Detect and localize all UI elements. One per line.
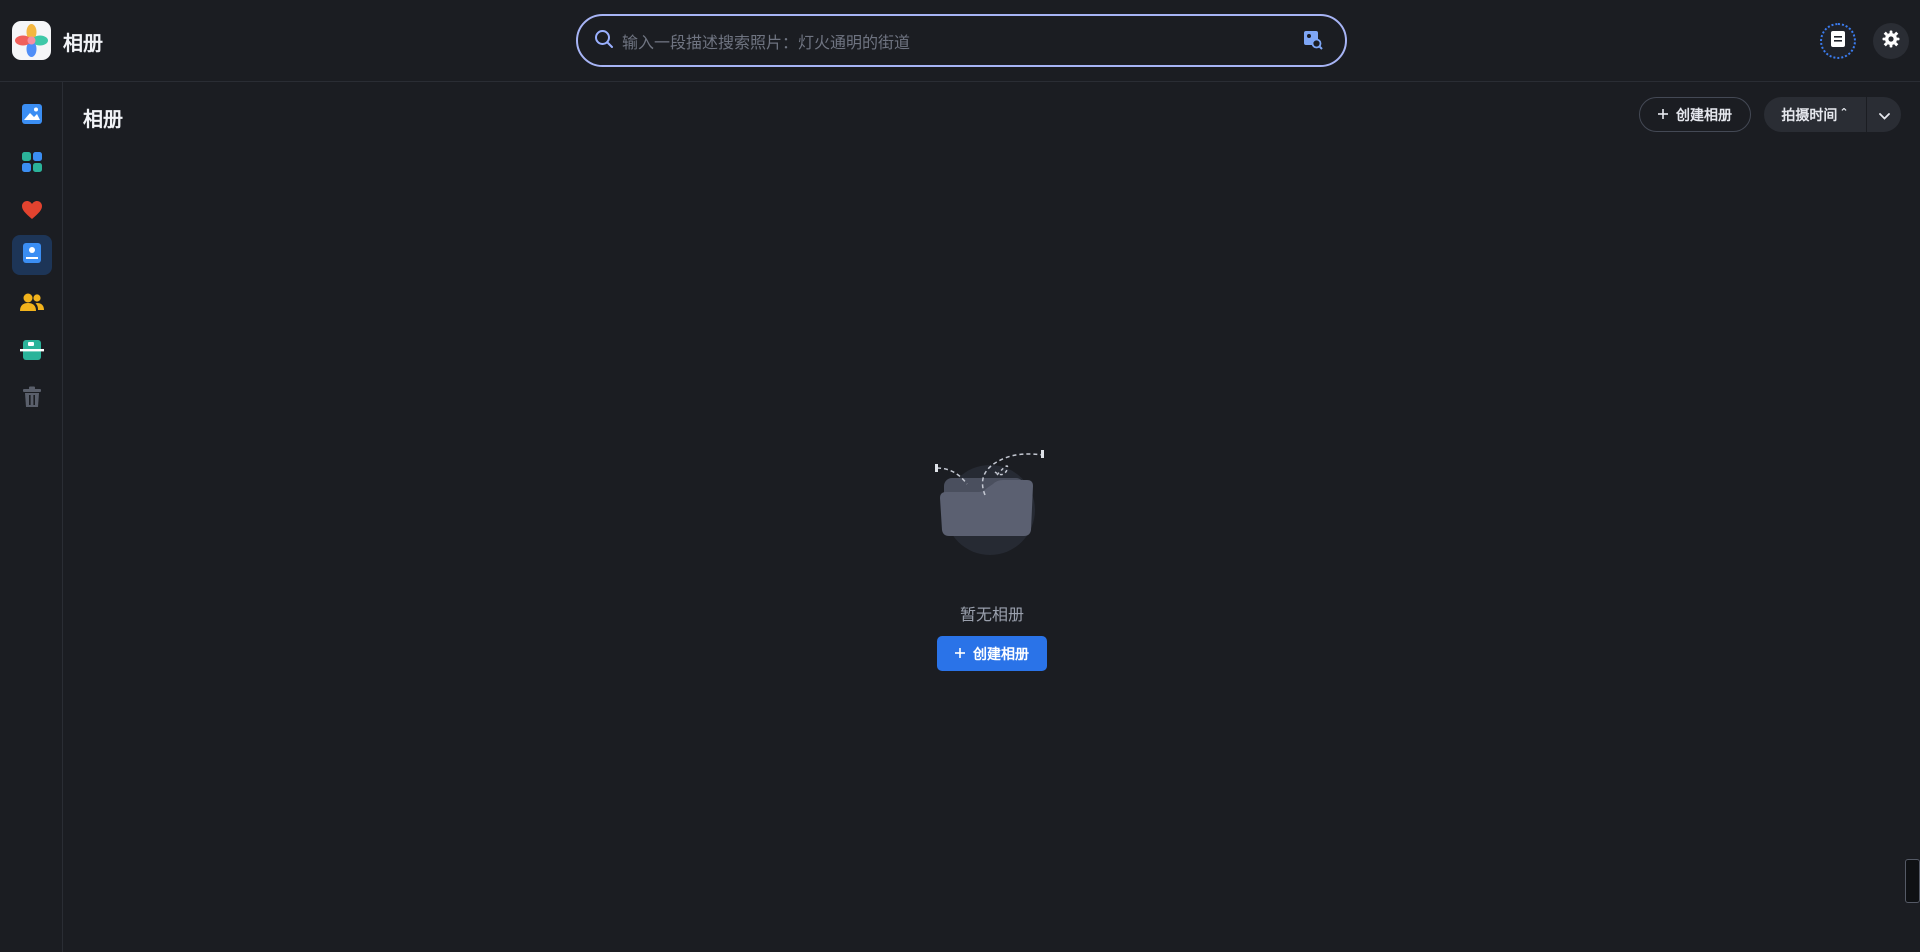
album-icon — [22, 242, 42, 268]
sidebar-item-trash[interactable] — [12, 379, 52, 419]
top-bar: 相册 — [0, 0, 1920, 82]
app-logo-icon — [12, 21, 51, 60]
app-title: 相册 — [63, 31, 103, 55]
search-input[interactable] — [620, 24, 1264, 60]
sidebar-item-albums[interactable] — [12, 235, 52, 275]
create-album-button[interactable]: 创建相册 — [1639, 97, 1751, 132]
search-box[interactable] — [576, 14, 1347, 67]
image-search-icon[interactable] — [1303, 30, 1323, 54]
sort-label: 拍摄时间 — [1781, 107, 1838, 124]
floating-side-widget[interactable] — [1905, 859, 1920, 903]
apps-grid-icon — [21, 151, 43, 177]
plus-icon — [1658, 107, 1668, 123]
create-album-label: 创建相册 — [1676, 107, 1732, 124]
sidebar-item-photos[interactable] — [12, 96, 52, 136]
create-album-primary-label: 创建相册 — [973, 646, 1029, 663]
sort-dropdown-button[interactable] — [1867, 97, 1901, 132]
create-album-primary-button[interactable]: 创建相册 — [937, 636, 1047, 671]
sort-direction-icon: ⌃ — [1839, 106, 1849, 119]
settings-button[interactable] — [1873, 23, 1909, 59]
screenshot-icon — [20, 339, 44, 365]
photos-icon — [21, 103, 43, 129]
task-list-button[interactable] — [1820, 23, 1856, 59]
search-icon — [594, 29, 614, 53]
plus-icon — [955, 646, 965, 662]
trash-icon — [22, 386, 42, 412]
sidebar-item-categories[interactable] — [12, 144, 52, 184]
chevron-down-icon — [1878, 105, 1890, 124]
gear-icon — [1882, 30, 1900, 52]
empty-state-text: 暂无相册 — [959, 605, 1024, 624]
heart-icon — [21, 200, 43, 224]
sidebar-item-screenshots[interactable] — [12, 332, 52, 372]
sort-control: 拍摄时间 ⌃ — [1764, 97, 1901, 132]
task-list-icon — [1830, 30, 1846, 52]
sidebar-item-people[interactable] — [12, 284, 52, 324]
page-title: 相册 — [83, 107, 123, 131]
empty-folder-illustration — [935, 440, 1050, 560]
sidebar-item-favorites[interactable] — [12, 192, 52, 232]
people-icon — [20, 292, 44, 316]
sidebar — [0, 82, 63, 952]
sort-button[interactable]: 拍摄时间 ⌃ — [1764, 97, 1866, 132]
